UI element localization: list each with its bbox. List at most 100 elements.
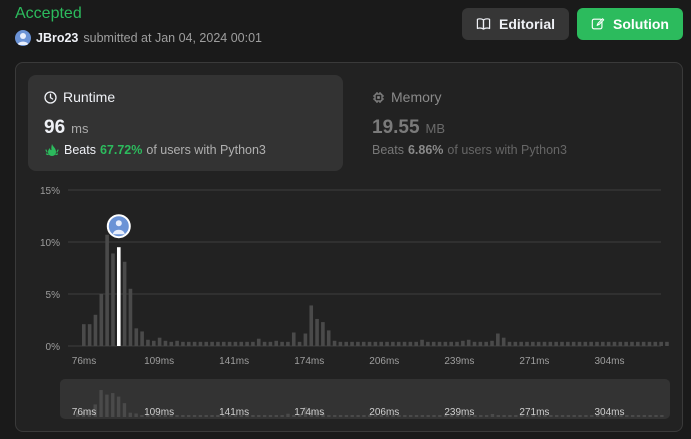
distribution-bar[interactable] xyxy=(385,341,389,346)
distribution-bar[interactable] xyxy=(426,341,430,346)
distribution-bar[interactable] xyxy=(501,337,506,346)
distribution-bar[interactable] xyxy=(134,328,139,346)
distribution-bar[interactable] xyxy=(268,341,273,346)
distribution-bar[interactable] xyxy=(461,340,465,346)
distribution-bar[interactable] xyxy=(396,341,401,346)
distribution-bar[interactable] xyxy=(455,341,459,346)
distribution-bar[interactable] xyxy=(227,341,232,346)
distribution-bar[interactable] xyxy=(239,341,244,346)
distribution-bar[interactable] xyxy=(309,305,314,346)
distribution-bar[interactable] xyxy=(321,322,325,346)
distribution-bar[interactable] xyxy=(326,330,331,346)
distribution-bar[interactable] xyxy=(186,341,191,346)
distribution-bar[interactable] xyxy=(606,341,611,346)
distribution-bar[interactable] xyxy=(653,341,658,346)
distribution-bar[interactable] xyxy=(496,333,500,346)
distribution-bar[interactable] xyxy=(466,339,471,346)
distribution-bar[interactable] xyxy=(379,341,384,346)
distribution-bar[interactable] xyxy=(361,341,366,346)
distribution-bar[interactable] xyxy=(291,332,296,346)
distribution-bar[interactable] xyxy=(233,341,238,346)
distribution-bar[interactable] xyxy=(111,253,115,346)
distribution-bar[interactable] xyxy=(181,341,185,346)
distribution-bar[interactable] xyxy=(169,341,174,346)
distribution-bar[interactable] xyxy=(151,340,156,346)
distribution-bar[interactable] xyxy=(542,341,547,346)
distribution-bar[interactable] xyxy=(157,337,162,346)
distribution-bar[interactable] xyxy=(554,341,558,346)
distribution-bar[interactable] xyxy=(87,324,92,346)
submission-marker[interactable] xyxy=(106,214,131,239)
distribution-bar[interactable] xyxy=(280,341,284,346)
distribution-bar[interactable] xyxy=(437,341,442,346)
distribution-bar[interactable] xyxy=(665,341,669,346)
distribution-bar[interactable] xyxy=(449,341,453,346)
distribution-bar[interactable] xyxy=(420,339,424,346)
distribution-bar[interactable] xyxy=(192,341,197,346)
distribution-bar[interactable] xyxy=(647,341,652,346)
distribution-bar[interactable] xyxy=(367,341,372,346)
distribution-bar[interactable] xyxy=(624,341,628,346)
distribution-bar[interactable] xyxy=(472,341,477,346)
distribution-bar[interactable] xyxy=(490,340,494,346)
distribution-bar[interactable] xyxy=(99,294,104,346)
distribution-bar[interactable] xyxy=(82,324,86,346)
distribution-bar[interactable] xyxy=(618,341,623,346)
distribution-bar[interactable] xyxy=(175,340,179,346)
distribution-bar[interactable] xyxy=(198,341,203,346)
distribution-bar[interactable] xyxy=(589,341,593,346)
distribution-bar[interactable] xyxy=(636,341,640,346)
distribution-bar[interactable] xyxy=(612,341,617,346)
distribution-bar[interactable] xyxy=(519,341,523,346)
distribution-bar[interactable] xyxy=(484,341,488,346)
distribution-bar[interactable] xyxy=(315,318,319,346)
distribution-bar[interactable] xyxy=(641,341,646,346)
distribution-bar[interactable] xyxy=(93,314,98,346)
editorial-button[interactable]: Editorial xyxy=(462,8,569,40)
distribution-bar[interactable] xyxy=(659,341,663,346)
distribution-bar[interactable] xyxy=(344,341,349,346)
distribution-bar[interactable] xyxy=(251,341,255,346)
distribution-bar[interactable] xyxy=(332,340,337,346)
distribution-bar[interactable] xyxy=(408,341,413,346)
distribution-bar[interactable] xyxy=(245,341,249,346)
distribution-bar[interactable] xyxy=(216,341,220,346)
distribution-bar[interactable] xyxy=(140,331,144,346)
distribution-bar[interactable] xyxy=(571,341,576,346)
distribution-bar[interactable] xyxy=(338,341,343,346)
distribution-bar[interactable] xyxy=(262,341,267,346)
distribution-bar[interactable] xyxy=(297,341,302,346)
distribution-bar[interactable] xyxy=(525,341,529,346)
distribution-bar[interactable] xyxy=(274,340,279,346)
distribution-bar[interactable] xyxy=(350,341,354,346)
distribution-bar[interactable] xyxy=(414,341,419,346)
distribution-bar[interactable] xyxy=(146,339,150,346)
distribution-bar[interactable] xyxy=(560,341,564,346)
distribution-bar[interactable] xyxy=(566,341,570,346)
solution-button[interactable]: Solution xyxy=(577,8,683,40)
distribution-bar[interactable] xyxy=(122,261,127,346)
distribution-bar[interactable] xyxy=(105,234,109,346)
distribution-bar[interactable] xyxy=(601,341,605,346)
distribution-bar[interactable] xyxy=(303,333,308,346)
distribution-bar[interactable] xyxy=(391,341,395,346)
distribution-bar[interactable] xyxy=(221,341,226,346)
distribution-bar[interactable] xyxy=(443,341,448,346)
distribution-bar[interactable] xyxy=(536,341,541,346)
distribution-bar[interactable] xyxy=(595,341,599,346)
distribution-bar[interactable] xyxy=(373,341,378,346)
distribution-bar[interactable] xyxy=(478,341,483,346)
distribution-bar[interactable] xyxy=(356,341,360,346)
distribution-bar[interactable] xyxy=(210,341,214,346)
distribution-bar[interactable] xyxy=(256,338,261,346)
distribution-bar[interactable] xyxy=(548,341,553,346)
distribution-bar[interactable] xyxy=(128,288,133,346)
distribution-bar[interactable] xyxy=(431,341,436,346)
distribution-bar[interactable] xyxy=(163,340,168,346)
distribution-bar[interactable] xyxy=(286,341,290,346)
distribution-bar[interactable] xyxy=(583,341,588,346)
distribution-bar[interactable] xyxy=(507,341,512,346)
distribution-bar[interactable] xyxy=(402,341,407,346)
distribution-bar[interactable] xyxy=(513,341,518,346)
user-avatar[interactable] xyxy=(15,30,31,46)
